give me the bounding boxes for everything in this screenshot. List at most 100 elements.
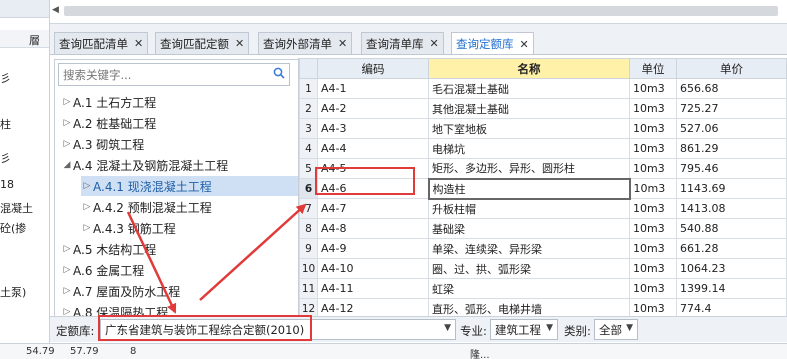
cell-code[interactable]: A4-5	[317, 158, 429, 179]
cell-price[interactable]: 861.29	[676, 138, 787, 159]
cell-unit[interactable]: 10m3	[629, 238, 677, 259]
tab-query-external-list[interactable]: 查询外部清单 ✕	[258, 32, 353, 54]
tab-query-list-library[interactable]: 查询清单库 ✕	[361, 32, 444, 54]
table-row[interactable]: 2 A4-2 其他混凝土基础 10m3 725.27	[299, 98, 787, 119]
chevron-right-icon[interactable]: ▷	[61, 286, 73, 296]
scrollbar-thumb[interactable]	[64, 6, 778, 16]
tab-query-quota-library[interactable]: 查询定额库 ✕	[451, 32, 534, 55]
cell-price[interactable]: 795.46	[676, 158, 787, 179]
table-row[interactable]: 9 A4-9 单梁、连续梁、异形梁 10m3 661.28	[299, 238, 787, 259]
cell-price[interactable]: 540.88	[676, 218, 787, 239]
close-icon[interactable]: ✕	[430, 37, 439, 50]
table-row[interactable]: 8 A4-8 基础梁 10m3 540.88	[299, 218, 787, 239]
column-header-name[interactable]: 名称	[428, 58, 630, 79]
cell-name[interactable]: 虹梁	[428, 278, 630, 299]
horizontal-scrollbar[interactable]: ◀	[50, 0, 787, 24]
cell-name[interactable]: 其他混凝土基础	[428, 98, 630, 119]
chevron-down-icon[interactable]: ◢	[61, 160, 73, 170]
cell-code[interactable]: A4-2	[317, 98, 429, 119]
chevron-right-icon[interactable]: ▷	[61, 244, 73, 254]
tab-query-match-quota[interactable]: 查询匹配定额 ✕	[155, 32, 250, 54]
chevron-right-icon[interactable]: ▷	[61, 97, 73, 107]
cell-code[interactable]: A4-1	[317, 78, 429, 99]
close-icon[interactable]: ✕	[235, 37, 244, 50]
cell-code[interactable]: A4-9	[317, 238, 429, 259]
cell-price[interactable]: 725.27	[676, 98, 787, 119]
cell-unit[interactable]: 10m3	[629, 218, 677, 239]
close-icon[interactable]: ✕	[520, 38, 529, 51]
search-input[interactable]	[59, 64, 289, 85]
chevron-down-icon[interactable]: ▼	[626, 323, 633, 333]
cell-price[interactable]: 661.28	[676, 238, 787, 259]
cell-unit[interactable]: 10m3	[629, 278, 677, 299]
cell-name[interactable]: 地下室地板	[428, 118, 630, 139]
tree-item-roofing[interactable]: ▷ A.7 屋面及防水工程	[61, 281, 181, 301]
cell-code[interactable]: A4-8	[317, 218, 429, 239]
table-row[interactable]: 10 A4-10 圈、过、拱、弧形梁 10m3 1064.23	[299, 258, 787, 279]
cell-price[interactable]: 1413.08	[676, 198, 787, 219]
cell-name[interactable]: 单梁、连续梁、异形梁	[428, 238, 630, 259]
cell-name[interactable]: 圈、过、拱、弧形梁	[428, 258, 630, 279]
table-row[interactable]: 11 A4-11 虹梁 10m3 1399.14	[299, 278, 787, 299]
cell-code[interactable]: A4-3	[317, 118, 429, 139]
chevron-right-icon[interactable]: ▷	[61, 139, 73, 149]
cell-name[interactable]: 电梯坑	[428, 138, 630, 159]
close-icon[interactable]: ✕	[338, 37, 347, 50]
tree-item-concrete[interactable]: ◢ A.4 混凝土及钢筋混凝土工程	[61, 155, 229, 175]
tab-query-match-list[interactable]: 查询匹配清单 ✕	[54, 32, 149, 54]
table-row[interactable]: 4 A4-4 电梯坑 10m3 861.29	[299, 138, 787, 159]
search-icon[interactable]	[273, 67, 285, 79]
tree-item-pile[interactable]: ▷ A.2 桩基础工程	[61, 113, 157, 133]
cell-unit[interactable]: 10m3	[629, 98, 677, 119]
table-row[interactable]: 7 A4-7 升板柱帽 10m3 1413.08	[299, 198, 787, 219]
cell-code[interactable]: A4-10	[317, 258, 429, 279]
chevron-right-icon[interactable]: ▷	[81, 223, 93, 233]
major-select[interactable]: 建筑工程 ▼	[490, 319, 558, 340]
table-row[interactable]: 3 A4-3 地下室地板 10m3 527.06	[299, 118, 787, 139]
chevron-right-icon[interactable]: ▷	[81, 181, 93, 191]
cell-code[interactable]: A4-4	[317, 138, 429, 159]
cell-price[interactable]: 527.06	[676, 118, 787, 139]
cell-unit[interactable]: 10m3	[629, 198, 677, 219]
tree-item-metal[interactable]: ▷ A.6 金属工程	[61, 260, 145, 280]
tree-item-earthwork[interactable]: ▷ A.1 土石方工程	[61, 92, 157, 112]
chevron-right-icon[interactable]: ▷	[61, 118, 73, 128]
tree-item-rebar[interactable]: ▷ A.4.3 钢筋工程	[81, 218, 176, 238]
column-header-unit[interactable]: 单位	[629, 58, 677, 79]
cell-unit[interactable]: 10m3	[629, 178, 677, 199]
cell-unit[interactable]: 10m3	[629, 138, 677, 159]
chevron-right-icon[interactable]: ▷	[61, 265, 73, 275]
cell-code[interactable]: A4-11	[317, 278, 429, 299]
cell-code[interactable]: A4-6	[317, 178, 429, 199]
cell-name[interactable]: 矩形、多边形、异形、圆形柱	[428, 158, 630, 179]
cell-code[interactable]: A4-7	[317, 198, 429, 219]
cell-unit[interactable]: 10m3	[629, 118, 677, 139]
cell-unit[interactable]: 10m3	[629, 78, 677, 99]
tree-item-masonry[interactable]: ▷ A.3 砌筑工程	[61, 134, 145, 154]
quota-library-select[interactable]: 广东省建筑与装饰工程综合定额(2010) ▼	[100, 319, 456, 340]
cell-price[interactable]: 1399.14	[676, 278, 787, 299]
cell-name[interactable]: 毛石混凝土基础	[428, 78, 630, 99]
cell-name[interactable]: 基础梁	[428, 218, 630, 239]
cell-unit[interactable]: 10m3	[629, 158, 677, 179]
cell-price[interactable]: 1064.23	[676, 258, 787, 279]
cell-price[interactable]: 1143.69	[676, 178, 787, 199]
chevron-right-icon[interactable]: ▷	[81, 202, 93, 212]
column-header-price[interactable]: 单价	[676, 58, 787, 79]
column-header-code[interactable]: 编码	[317, 58, 429, 79]
cell-unit[interactable]: 10m3	[629, 258, 677, 279]
table-row[interactable]: 1 A4-1 毛石混凝土基础 10m3 656.68	[299, 78, 787, 99]
tree-item-cast-in-place[interactable]: ▷ A.4.1 现浇混凝土工程	[81, 176, 307, 196]
cell-name[interactable]: 构造柱	[427, 177, 631, 200]
tree-item-timber[interactable]: ▷ A.5 木结构工程	[61, 239, 157, 259]
table-row[interactable]: 5 A4-5 矩形、多边形、异形、圆形柱 10m3 795.46	[299, 158, 787, 179]
cell-name[interactable]: 升板柱帽	[428, 198, 630, 219]
table-row-current[interactable]: 6 A4-6 构造柱 10m3 1143.69	[299, 177, 787, 200]
tree-item-precast[interactable]: ▷ A.4.2 预制混凝土工程	[81, 197, 212, 217]
chevron-down-icon[interactable]: ▼	[444, 323, 451, 333]
cell-price[interactable]: 656.68	[676, 78, 787, 99]
category-select[interactable]: 全部 ▼	[594, 319, 638, 340]
close-icon[interactable]: ✕	[134, 37, 143, 50]
scroll-left-icon[interactable]: ◀	[52, 5, 59, 15]
chevron-down-icon[interactable]: ▼	[546, 323, 553, 333]
